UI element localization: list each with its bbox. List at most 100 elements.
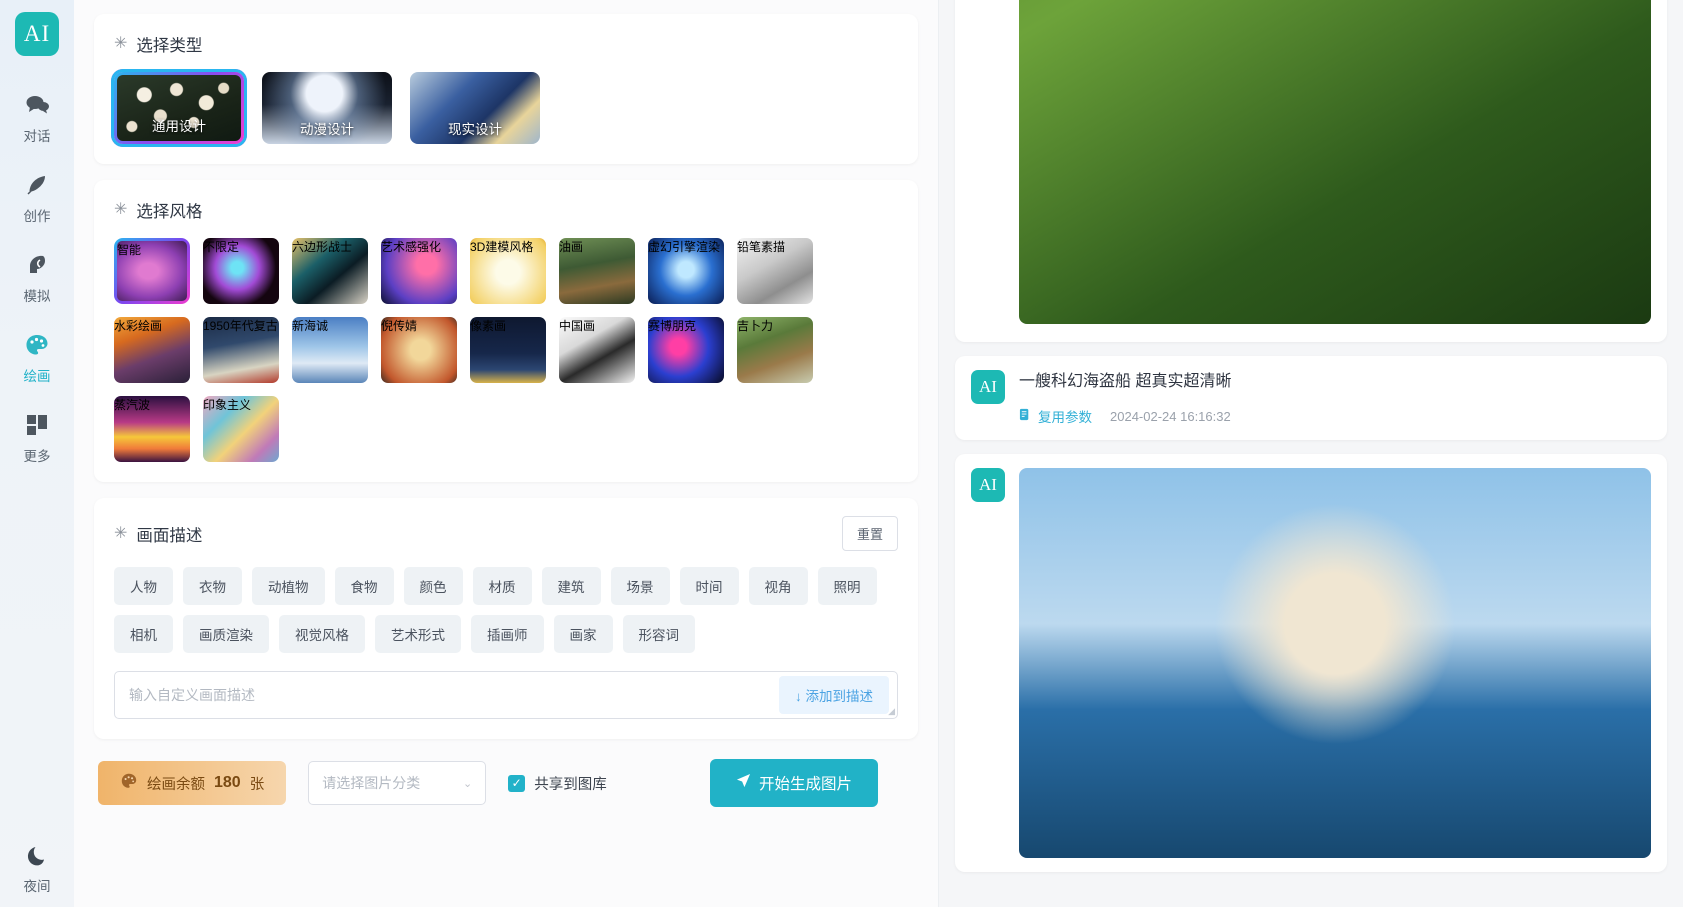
down-arrow-icon: ↓ xyxy=(794,689,802,704)
type-selection-card: ✳ 选择类型 通用设计 动漫设计 现实设计 xyxy=(94,14,918,164)
conversation-panel[interactable]: AI 一艘科幻海盗船 超真实超清晰 复用参数 2024-02-24 16:16:… xyxy=(939,0,1683,907)
description-tag-1[interactable]: 衣物 xyxy=(183,567,242,605)
description-tag-16[interactable]: 画家 xyxy=(553,615,613,653)
balance-prefix: 绘画余额 xyxy=(147,776,205,793)
style-thumb: 铅笔素描 xyxy=(737,238,813,304)
description-tag-12[interactable]: 画质渲染 xyxy=(183,615,269,653)
style-option-2[interactable]: 六边形战士 xyxy=(292,238,368,304)
generated-image-squirrel[interactable] xyxy=(1019,0,1651,324)
style-option-3[interactable]: 艺术感强化 xyxy=(381,238,457,304)
custom-description-row: ↓ 添加到描述 ◢ xyxy=(114,671,898,719)
style-option-4[interactable]: 3D建模风格 xyxy=(470,238,546,304)
description-tag-15[interactable]: 插画师 xyxy=(471,615,544,653)
style-option-7[interactable]: 铅笔素描 xyxy=(737,238,813,304)
share-to-gallery-checkbox[interactable]: ✓ 共享到图库 xyxy=(508,773,607,794)
reset-button[interactable]: 重置 xyxy=(841,516,898,551)
description-tag-10[interactable]: 照明 xyxy=(817,567,877,605)
type-option-label: 现实设计 xyxy=(448,122,502,137)
description-section-title: ✳ 画面描述 xyxy=(114,522,202,546)
description-tag-8[interactable]: 时间 xyxy=(679,567,739,605)
type-option-realistic[interactable]: 现实设计 xyxy=(410,72,540,144)
sidebar-item-drawing[interactable]: 绘画 xyxy=(0,322,74,394)
description-tag-13[interactable]: 视觉风格 xyxy=(279,615,365,653)
description-tag-9[interactable]: 视角 xyxy=(748,567,808,605)
style-thumb: 智能 xyxy=(117,241,187,301)
style-option-label: 倪传婧 xyxy=(381,319,418,333)
type-thumb: 动漫设计 xyxy=(262,72,392,144)
style-option-14[interactable]: 赛博朋克 xyxy=(648,317,724,383)
type-option-general[interactable]: 通用设计 xyxy=(114,72,244,144)
description-tag-6[interactable]: 建筑 xyxy=(541,567,601,605)
persona-icon xyxy=(24,252,50,278)
type-option-anime[interactable]: 动漫设计 xyxy=(262,72,392,144)
type-thumb: 通用设计 xyxy=(117,75,241,141)
generate-image-button[interactable]: 开始生成图片 xyxy=(709,759,878,807)
sidebar-item-label: 对话 xyxy=(23,128,51,144)
chevron-down-icon: ⌄ xyxy=(462,777,473,790)
description-tag-3[interactable]: 食物 xyxy=(334,567,394,605)
palette-icon xyxy=(24,332,50,358)
sidebar-item-night-mode[interactable]: 夜间 xyxy=(0,843,74,895)
message-timestamp: 2024-02-24 16:16:32 xyxy=(1110,408,1231,424)
description-tag-17[interactable]: 形容词 xyxy=(622,615,695,653)
description-tag-7[interactable]: 场景 xyxy=(610,567,670,605)
message-card-prompt: AI 一艘科幻海盗船 超真实超清晰 复用参数 2024-02-24 16:16:… xyxy=(955,356,1667,440)
style-option-10[interactable]: 新海诚 xyxy=(292,317,368,383)
generate-button-label: 开始生成图片 xyxy=(758,776,852,793)
style-option-9[interactable]: 1950年代复古 xyxy=(203,317,279,383)
sidebar-item-label: 绘画 xyxy=(23,368,51,384)
add-to-description-button[interactable]: ↓ 添加到描述 xyxy=(778,676,889,714)
prompt-text: 一艘科幻海盗船 超真实超清晰 xyxy=(1019,373,1232,390)
section-label: 画面描述 xyxy=(136,526,203,545)
moon-icon xyxy=(24,843,50,869)
style-option-17[interactable]: 印象主义 xyxy=(203,396,279,462)
reuse-params-label: 复用参数 xyxy=(1038,410,1092,425)
section-label: 选择类型 xyxy=(136,37,203,55)
sidebar-item-chat[interactable]: 对话 xyxy=(0,82,74,154)
sidebar-item-more[interactable]: 更多 xyxy=(0,402,74,474)
style-thumb: 1950年代复古 xyxy=(203,317,279,383)
description-tag-11[interactable]: 相机 xyxy=(114,615,173,653)
reuse-params-button[interactable]: 复用参数 xyxy=(1019,406,1092,426)
sidebar-item-simulate[interactable]: 模拟 xyxy=(0,242,74,314)
style-option-label: 不限定 xyxy=(203,240,240,254)
sidebar: AI 对话 创作 模拟 绘画 更多 夜间 xyxy=(0,0,74,907)
description-tag-2[interactable]: 动植物 xyxy=(252,567,325,605)
app-logo[interactable]: AI xyxy=(15,12,59,56)
style-option-8[interactable]: 水彩绘画 xyxy=(114,317,190,383)
sidebar-item-create[interactable]: 创作 xyxy=(0,162,74,234)
type-thumb: 现实设计 xyxy=(410,72,540,144)
section-label: 选择风格 xyxy=(136,203,203,221)
style-option-11[interactable]: 倪传婧 xyxy=(381,317,457,383)
style-option-1[interactable]: 不限定 xyxy=(203,238,279,304)
style-option-0[interactable]: 智能 xyxy=(114,238,190,304)
sidebar-night-label: 夜间 xyxy=(23,879,51,894)
style-thumb: 蒸汽波 xyxy=(114,396,190,462)
style-option-12[interactable]: 像素画 xyxy=(470,317,546,383)
description-tag-0[interactable]: 人物 xyxy=(114,567,173,605)
custom-description-input[interactable] xyxy=(115,672,779,718)
style-option-16[interactable]: 蒸汽波 xyxy=(114,396,190,462)
description-tag-5[interactable]: 材质 xyxy=(472,567,532,605)
style-option-13[interactable]: 中国画 xyxy=(559,317,635,383)
send-icon xyxy=(736,773,751,793)
sidebar-item-label: 更多 xyxy=(23,448,51,464)
generated-image-pirate-ship[interactable] xyxy=(1019,468,1651,858)
description-tag-14[interactable]: 艺术形式 xyxy=(375,615,461,653)
resize-grip-icon[interactable]: ◢ xyxy=(888,706,895,717)
style-option-15[interactable]: 吉卜力 xyxy=(737,317,813,383)
type-section-title: ✳ 选择类型 xyxy=(114,32,898,56)
description-tag-4[interactable]: 颜色 xyxy=(403,567,463,605)
style-option-label: 蒸汽波 xyxy=(114,398,151,412)
style-thumb: 像素画 xyxy=(470,317,546,383)
category-select[interactable]: 请选择图片分类 ⌄ xyxy=(308,761,487,805)
style-option-label: 油画 xyxy=(559,240,584,254)
generation-form-panel: ✳ 选择类型 通用设计 动漫设计 现实设计 ✳ 选择风格 智能 不限定 六边形战… xyxy=(74,0,939,907)
message-header: AI 一艘科幻海盗船 超真实超清晰 复用参数 2024-02-24 16:16:… xyxy=(971,370,1651,426)
style-option-6[interactable]: 虚幻引擎渲染 xyxy=(648,238,724,304)
add-button-label: 添加到描述 xyxy=(805,689,874,704)
message-meta: 复用参数 2024-02-24 16:16:32 xyxy=(1019,406,1651,426)
balance-count: 180 xyxy=(214,774,241,791)
style-option-5[interactable]: 油画 xyxy=(559,238,635,304)
style-options-grid: 智能 不限定 六边形战士 艺术感强化 3D建模风格 油画 虚幻引擎渲染 铅笔素描水彩绘画 195… xyxy=(114,238,898,462)
